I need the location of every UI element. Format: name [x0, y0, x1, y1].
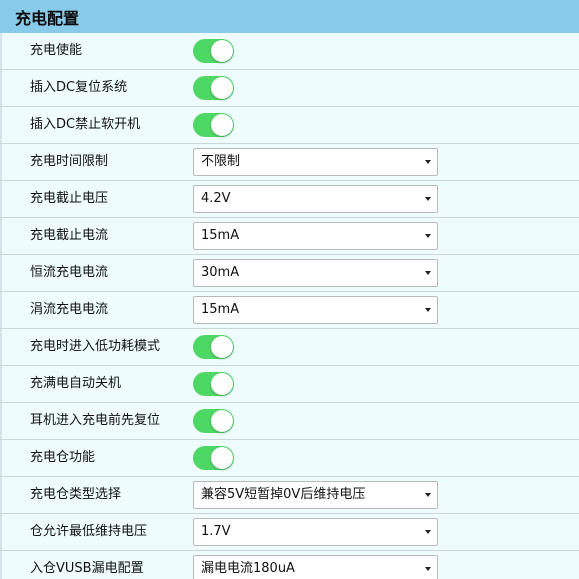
setting-label: 充满电自动关机 — [30, 376, 122, 391]
setting-row: 插入DC复位系统 — [0, 70, 579, 107]
setting-dropdown[interactable]: 漏电电流180uA — [193, 555, 438, 579]
setting-label: 涓流充电电流 — [30, 302, 109, 317]
setting-row: 入仓VUSB漏电配置 漏电电流180uA — [0, 551, 579, 579]
setting-row: 充电时进入低功耗模式 — [0, 329, 579, 366]
setting-dropdown[interactable]: 30mA — [193, 259, 438, 287]
setting-row: 充电截止电流 15mA — [0, 218, 579, 255]
setting-row: 涓流充电电流 15mA — [0, 292, 579, 329]
setting-row: 充电仓类型选择 兼容5V短暂掉0V后维持电压 — [0, 477, 579, 514]
chevron-down-icon — [425, 160, 431, 164]
setting-toggle[interactable] — [193, 409, 234, 433]
setting-label: 充电仓类型选择 — [30, 487, 122, 502]
setting-dropdown[interactable]: 15mA — [193, 222, 438, 250]
setting-label: 插入DC复位系统 — [30, 80, 128, 95]
setting-label: 充电截止电压 — [30, 191, 109, 206]
toggle-knob — [211, 447, 233, 469]
dropdown-value: 兼容5V短暂掉0V后维持电压 — [201, 487, 366, 502]
panel-header: 充电配置 — [0, 0, 579, 33]
chevron-down-icon — [425, 530, 431, 534]
setting-label: 入仓VUSB漏电配置 — [30, 561, 144, 576]
dropdown-value: 15mA — [201, 302, 240, 317]
setting-row: 充电截止电压 4.2V — [0, 181, 579, 218]
setting-row: 插入DC禁止软开机 — [0, 107, 579, 144]
dropdown-value: 30mA — [201, 265, 240, 280]
setting-dropdown[interactable]: 1.7V — [193, 518, 438, 546]
setting-toggle[interactable] — [193, 335, 234, 359]
setting-row: 耳机进入充电前先复位 — [0, 403, 579, 440]
setting-row: 充电仓功能 — [0, 440, 579, 477]
toggle-knob — [211, 373, 233, 395]
setting-label: 恒流充电电流 — [30, 265, 109, 280]
setting-label: 仓允许最低维持电压 — [30, 524, 148, 539]
chevron-down-icon — [425, 493, 431, 497]
dropdown-value: 15mA — [201, 228, 240, 243]
charge-config-panel: 充电配置 充电使能插入DC复位系统 插入DC禁止软开机 充电时间限制 不限制充电截止电… — [0, 0, 579, 579]
setting-label: 耳机进入充电前先复位 — [30, 413, 161, 428]
toggle-knob — [211, 114, 233, 136]
toggle-knob — [211, 336, 233, 358]
chevron-down-icon — [425, 567, 431, 571]
chevron-down-icon — [425, 197, 431, 201]
chevron-down-icon — [425, 308, 431, 312]
setting-label: 充电时间限制 — [30, 154, 109, 169]
settings-list: 充电使能插入DC复位系统 插入DC禁止软开机 充电时间限制 不限制充电截止电压 4.2V… — [0, 33, 579, 579]
setting-toggle[interactable] — [193, 372, 234, 396]
dropdown-value: 1.7V — [201, 524, 231, 539]
toggle-knob — [211, 40, 233, 62]
setting-toggle[interactable] — [193, 76, 234, 100]
setting-toggle[interactable] — [193, 446, 234, 470]
setting-row: 充满电自动关机 — [0, 366, 579, 403]
toggle-knob — [211, 410, 233, 432]
dropdown-value: 4.2V — [201, 191, 231, 206]
chevron-down-icon — [425, 234, 431, 238]
setting-dropdown[interactable]: 15mA — [193, 296, 438, 324]
setting-row: 充电使能 — [0, 33, 579, 70]
setting-label: 充电仓功能 — [30, 450, 96, 465]
setting-toggle[interactable] — [193, 113, 234, 137]
setting-label: 充电时进入低功耗模式 — [30, 339, 161, 354]
setting-label: 插入DC禁止软开机 — [30, 117, 141, 132]
setting-dropdown[interactable]: 不限制 — [193, 148, 438, 176]
setting-dropdown[interactable]: 兼容5V短暂掉0V后维持电压 — [193, 481, 438, 509]
setting-row: 充电时间限制 不限制 — [0, 144, 579, 181]
dropdown-value: 漏电电流180uA — [201, 561, 295, 576]
setting-label: 充电截止电流 — [30, 228, 109, 243]
dropdown-value: 不限制 — [201, 154, 241, 169]
chevron-down-icon — [425, 271, 431, 275]
setting-toggle[interactable] — [193, 39, 234, 63]
setting-dropdown[interactable]: 4.2V — [193, 185, 438, 213]
setting-label: 充电使能 — [30, 43, 83, 58]
setting-row: 恒流充电电流 30mA — [0, 255, 579, 292]
panel-title: 充电配置 — [15, 8, 80, 28]
toggle-knob — [211, 77, 233, 99]
setting-row: 仓允许最低维持电压 1.7V — [0, 514, 579, 551]
